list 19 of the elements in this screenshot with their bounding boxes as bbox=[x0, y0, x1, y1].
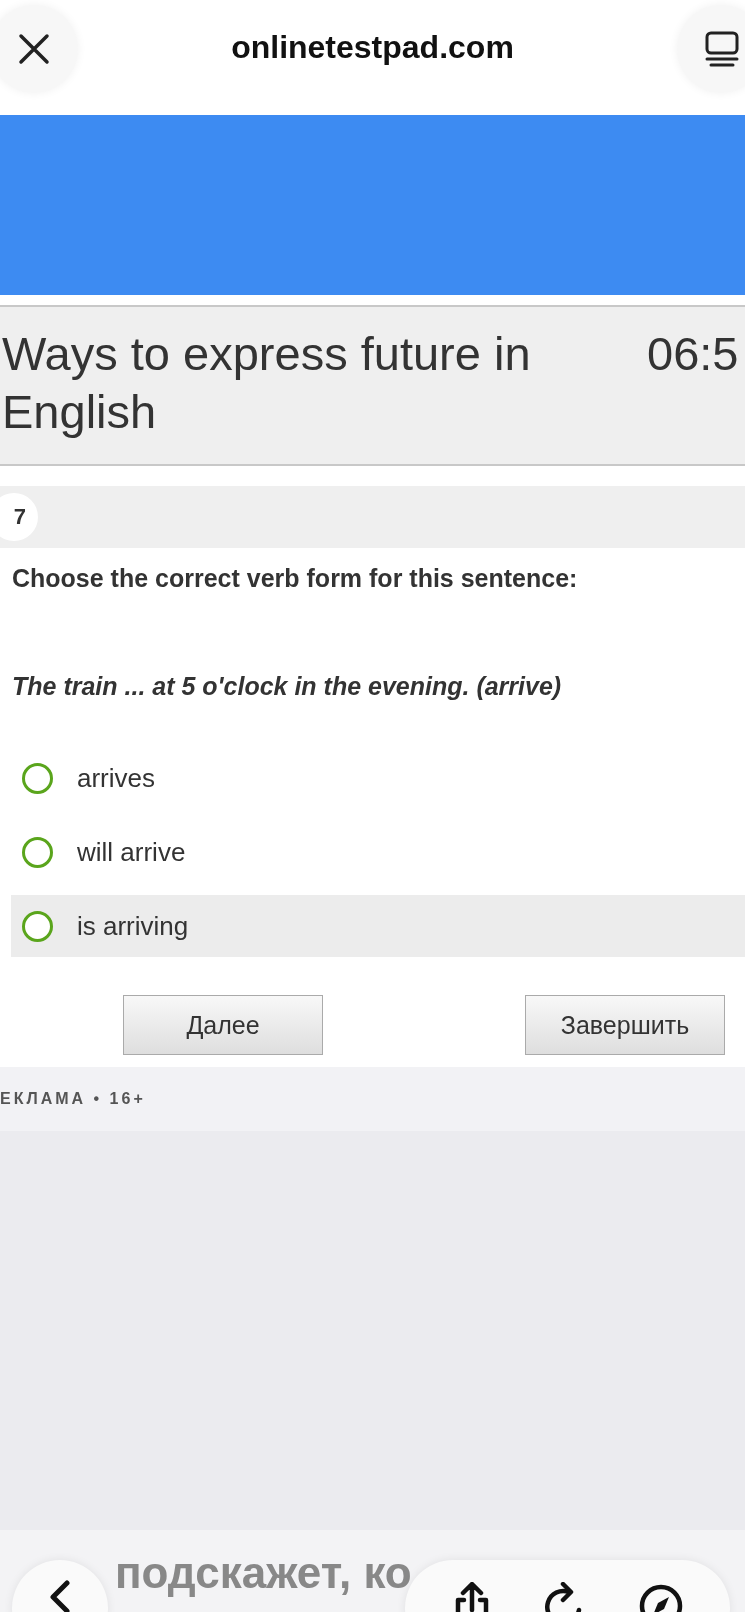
question-sentence: The train ... at 5 o'clock in the evening. (arrive) bbox=[11, 672, 562, 701]
radio-button[interactable] bbox=[22, 910, 53, 942]
radio-button[interactable] bbox=[22, 762, 53, 794]
answer-option[interactable]: will arrive bbox=[11, 821, 745, 883]
close-icon bbox=[17, 32, 51, 66]
question-prompt: Choose the correct verb form for this sentence: bbox=[11, 563, 578, 594]
answer-option[interactable]: arrives bbox=[11, 747, 745, 809]
answer-option[interactable]: is arriving bbox=[11, 895, 745, 957]
tabs-icon bbox=[705, 31, 739, 67]
radio-button[interactable] bbox=[22, 836, 53, 868]
next-button[interactable]: Далее bbox=[123, 995, 323, 1055]
timer: 06:5 bbox=[647, 326, 740, 382]
ad-headline: подскажет, ко bbox=[115, 1548, 412, 1598]
question-number: 7 bbox=[0, 493, 38, 541]
finish-button[interactable]: Завершить bbox=[525, 995, 725, 1055]
back-icon bbox=[49, 1580, 71, 1612]
page-domain: onlinetestpad.com bbox=[231, 29, 514, 66]
ad-label: ЕКЛАМА • 16+ bbox=[0, 1090, 146, 1108]
test-title: Ways to express future in English bbox=[2, 326, 532, 440]
